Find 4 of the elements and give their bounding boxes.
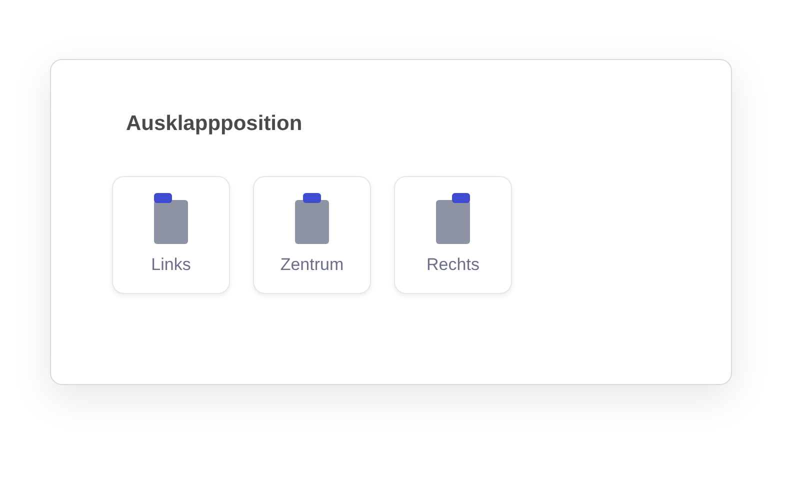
section-title: Ausklappposition (126, 112, 304, 136)
position-option[interactable]: Rechts (394, 176, 512, 294)
position-option[interactable]: Links (112, 176, 230, 294)
position-option[interactable]: Zentrum (253, 176, 371, 294)
